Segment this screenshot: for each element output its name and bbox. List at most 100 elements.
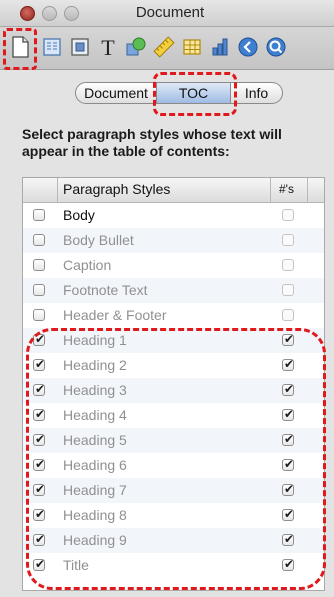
page-numbers-checkbox[interactable]: ✔ bbox=[282, 407, 295, 421]
table-row[interactable]: Body bbox=[23, 203, 324, 228]
paragraph-style-label: Heading 4 bbox=[63, 407, 127, 423]
text-inspector-icon[interactable]: T bbox=[94, 33, 122, 61]
header-page-numbers[interactable]: #'s bbox=[279, 182, 294, 196]
checkmark-icon: ✔ bbox=[283, 532, 295, 546]
include-style-checkbox[interactable]: ✔ bbox=[33, 357, 46, 371]
title-bar[interactable]: Document bbox=[0, 0, 334, 27]
checkmark-icon: ✔ bbox=[283, 507, 295, 521]
checkmark-icon: ✔ bbox=[34, 457, 46, 471]
include-style-checkbox[interactable] bbox=[33, 309, 45, 321]
table-row[interactable]: ✔ Heading 4 ✔ bbox=[23, 403, 324, 428]
include-style-checkbox[interactable]: ✔ bbox=[33, 382, 46, 396]
table-row[interactable]: Caption bbox=[23, 253, 324, 278]
checkmark-icon: ✔ bbox=[34, 557, 46, 571]
tab-document[interactable]: Document bbox=[75, 82, 157, 104]
checkmark-icon: ✔ bbox=[283, 382, 295, 396]
layout-inspector-icon[interactable] bbox=[38, 33, 66, 61]
checkmark-icon: ✔ bbox=[34, 482, 46, 496]
include-style-checkbox[interactable]: ✔ bbox=[33, 432, 46, 446]
page-numbers-checkbox[interactable] bbox=[282, 234, 294, 246]
window-title: Document bbox=[135, 4, 205, 21]
graphic-inspector-icon[interactable] bbox=[122, 33, 150, 61]
page-numbers-checkbox[interactable]: ✔ bbox=[282, 382, 295, 396]
checkmark-icon: ✔ bbox=[283, 557, 295, 571]
header-paragraph-styles[interactable]: Paragraph Styles bbox=[63, 181, 170, 197]
inspector-toolbar: T bbox=[0, 27, 334, 70]
checkmark-icon: ✔ bbox=[34, 432, 46, 446]
link-inspector-icon[interactable] bbox=[234, 33, 262, 61]
table-header: Paragraph Styles #'s bbox=[23, 178, 324, 203]
toc-tab-highlight bbox=[153, 72, 237, 116]
table-row[interactable]: ✔ Heading 6 ✔ bbox=[23, 453, 324, 478]
header-divider bbox=[270, 178, 271, 202]
checkmark-icon: ✔ bbox=[283, 457, 295, 471]
table-row[interactable]: ✔ Heading 3 ✔ bbox=[23, 378, 324, 403]
header-checkbox-column[interactable] bbox=[23, 178, 58, 202]
paragraph-style-label: Title bbox=[63, 557, 89, 573]
close-button[interactable] bbox=[20, 6, 35, 21]
page-numbers-checkbox[interactable] bbox=[282, 209, 294, 221]
page-numbers-checkbox[interactable] bbox=[282, 284, 294, 296]
include-style-checkbox[interactable] bbox=[33, 234, 45, 246]
table-row[interactable]: ✔ Heading 7 ✔ bbox=[23, 478, 324, 503]
include-style-checkbox[interactable]: ✔ bbox=[33, 408, 45, 421]
minimize-button[interactable] bbox=[42, 6, 57, 21]
include-style-checkbox[interactable]: ✔ bbox=[33, 482, 46, 496]
table-row[interactable]: Footnote Text bbox=[23, 278, 324, 303]
tab-info[interactable]: Info bbox=[231, 82, 283, 104]
wrap-inspector-icon[interactable] bbox=[66, 33, 94, 61]
paragraph-style-label: Heading 6 bbox=[63, 457, 127, 473]
table-row[interactable]: ✔ Heading 2 ✔ bbox=[23, 353, 324, 378]
page-numbers-checkbox[interactable]: ✔ bbox=[282, 557, 295, 571]
include-style-checkbox[interactable] bbox=[33, 284, 45, 296]
page-numbers-checkbox[interactable] bbox=[282, 309, 294, 321]
metrics-inspector-icon[interactable] bbox=[150, 33, 178, 61]
inspector-window: Document T Document TOC Info Select para… bbox=[0, 0, 334, 597]
include-style-checkbox[interactable] bbox=[33, 209, 45, 221]
checkmark-icon: ✔ bbox=[283, 407, 295, 421]
paragraph-style-label: Heading 3 bbox=[63, 382, 127, 398]
table-row[interactable]: ✔ Heading 8 ✔ bbox=[23, 503, 324, 528]
checkmark-icon: ✔ bbox=[34, 357, 46, 371]
paragraph-style-label: Heading 1 bbox=[63, 332, 127, 348]
include-style-checkbox[interactable]: ✔ bbox=[33, 557, 46, 571]
paragraph-style-label: Heading 8 bbox=[63, 507, 127, 523]
include-style-checkbox[interactable]: ✔ bbox=[33, 457, 46, 471]
include-style-checkbox[interactable] bbox=[33, 259, 45, 271]
include-style-checkbox[interactable]: ✔ bbox=[33, 333, 45, 346]
paragraph-style-label: Heading 9 bbox=[63, 532, 127, 548]
page-numbers-checkbox[interactable]: ✔ bbox=[282, 532, 295, 546]
paragraph-style-label: Heading 2 bbox=[63, 357, 127, 373]
table-row[interactable]: Header & Footer bbox=[23, 303, 324, 328]
table-row[interactable]: ✔ Heading 5 ✔ bbox=[23, 428, 324, 453]
page-numbers-checkbox[interactable]: ✔ bbox=[282, 457, 295, 471]
include-style-checkbox[interactable]: ✔ bbox=[33, 508, 45, 521]
chart-inspector-icon[interactable] bbox=[206, 33, 234, 61]
table-row[interactable]: ✔ Title ✔ bbox=[23, 553, 324, 578]
table-row[interactable]: ✔ Heading 9 ✔ bbox=[23, 528, 324, 553]
zoom-button[interactable] bbox=[64, 6, 79, 21]
page-numbers-checkbox[interactable]: ✔ bbox=[282, 482, 295, 496]
page-numbers-checkbox[interactable]: ✔ bbox=[282, 332, 295, 346]
table-inspector-icon[interactable] bbox=[178, 33, 206, 61]
paragraph-style-label: Body Bullet bbox=[63, 232, 134, 248]
quicktime-inspector-icon[interactable] bbox=[262, 33, 290, 61]
svg-text:T: T bbox=[101, 35, 115, 59]
checkmark-icon: ✔ bbox=[283, 482, 295, 496]
paragraph-style-label: Footnote Text bbox=[63, 282, 148, 298]
page-numbers-checkbox[interactable] bbox=[282, 259, 294, 271]
paragraph-styles-table: Paragraph Styles #'s Body Body Bullet Capt… bbox=[22, 177, 325, 591]
page-numbers-checkbox[interactable]: ✔ bbox=[282, 357, 295, 371]
checkmark-icon: ✔ bbox=[283, 332, 295, 346]
table-row[interactable]: ✔ Heading 1 ✔ bbox=[23, 328, 324, 353]
header-divider bbox=[307, 178, 308, 202]
include-style-checkbox[interactable]: ✔ bbox=[33, 532, 46, 546]
paragraph-style-label: Heading 5 bbox=[63, 432, 127, 448]
page-numbers-checkbox[interactable]: ✔ bbox=[282, 507, 295, 521]
checkmark-icon: ✔ bbox=[34, 532, 46, 546]
checkmark-icon: ✔ bbox=[283, 357, 295, 371]
page-numbers-checkbox[interactable]: ✔ bbox=[282, 433, 294, 446]
checkmark-icon: ✔ bbox=[34, 382, 46, 396]
document-icon-highlight bbox=[3, 28, 37, 70]
table-row[interactable]: Body Bullet bbox=[23, 228, 324, 253]
